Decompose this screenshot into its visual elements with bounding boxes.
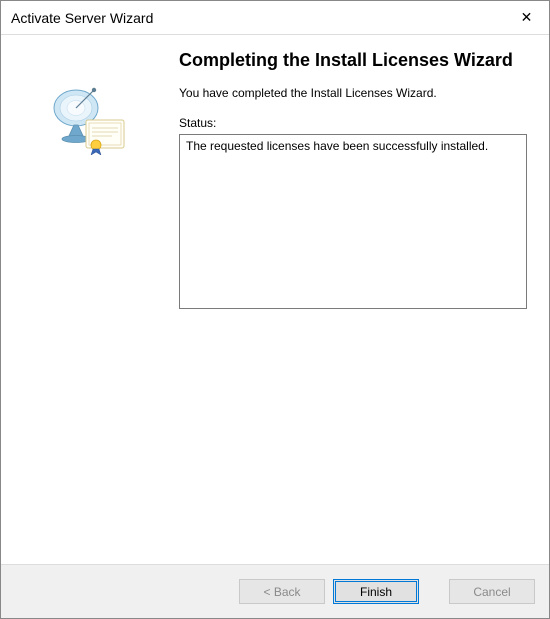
status-label: Status: xyxy=(179,116,527,130)
close-button[interactable]: ✕ xyxy=(504,1,549,34)
page-title: Completing the Install Licenses Wizard xyxy=(179,49,527,72)
status-box[interactable]: The requested licenses have been success… xyxy=(179,134,527,309)
satellite-license-icon xyxy=(46,80,126,155)
wizard-sidebar xyxy=(1,35,171,564)
wizard-footer: < Back Finish Cancel xyxy=(1,564,549,618)
window-title: Activate Server Wizard xyxy=(11,10,153,26)
titlebar: Activate Server Wizard ✕ xyxy=(1,1,549,35)
finish-button[interactable]: Finish xyxy=(333,579,419,604)
back-button: < Back xyxy=(239,579,325,604)
wizard-main: Completing the Install Licenses Wizard Y… xyxy=(171,35,549,564)
cancel-button: Cancel xyxy=(449,579,535,604)
content-area: Completing the Install Licenses Wizard Y… xyxy=(1,35,549,564)
intro-text: You have completed the Install Licenses … xyxy=(179,86,527,100)
status-text: The requested licenses have been success… xyxy=(186,139,488,153)
close-icon: ✕ xyxy=(521,9,533,26)
